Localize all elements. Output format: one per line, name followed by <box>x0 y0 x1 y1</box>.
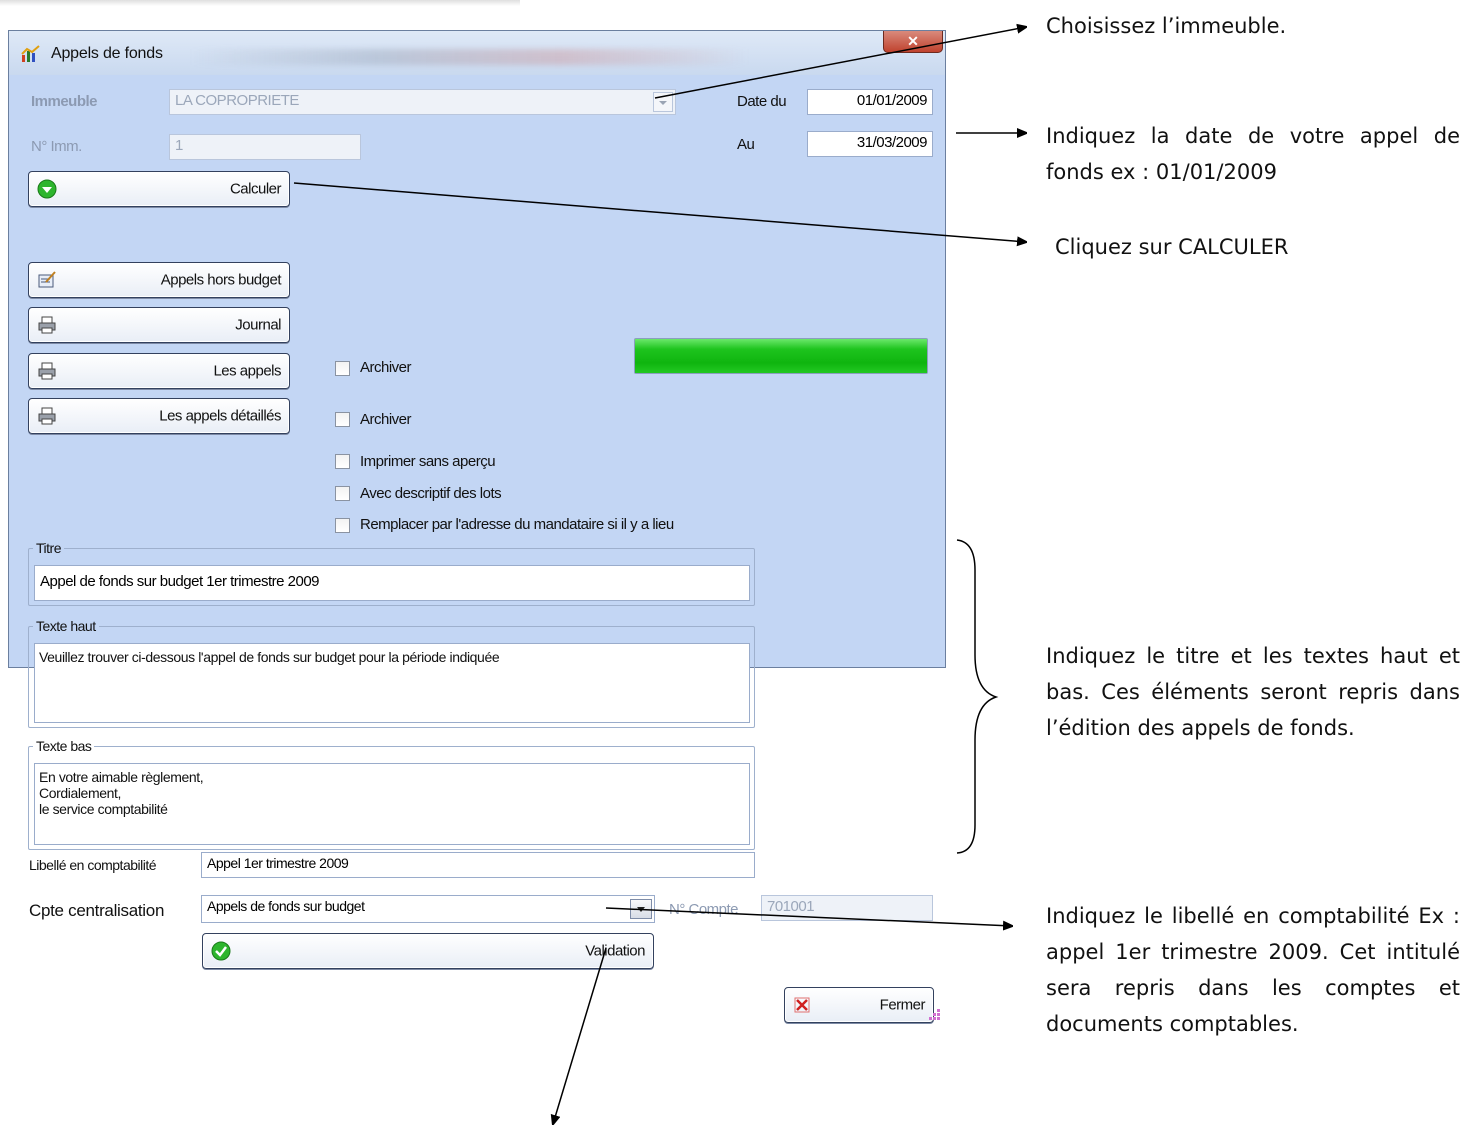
arrow-calculer <box>293 182 1026 242</box>
annotation-date: Indiquez la date de votre appel de fonds… <box>1046 124 1460 184</box>
annotation-libelle: Indiquez le libellé en comptabilité Ex :… <box>1046 904 1460 1036</box>
annotation-immeuble: Choisissez l’immeuble. <box>1046 14 1287 38</box>
arrow-validation <box>553 947 607 1124</box>
curly-brace <box>956 539 999 854</box>
arrow-libelle <box>605 907 1012 926</box>
arrow-immeuble <box>654 27 1026 99</box>
annotation-textes: Indiquez le titre et les textes haut et … <box>1046 644 1460 740</box>
annotation-calculer: Cliquez sur CALCULER <box>1055 235 1289 259</box>
